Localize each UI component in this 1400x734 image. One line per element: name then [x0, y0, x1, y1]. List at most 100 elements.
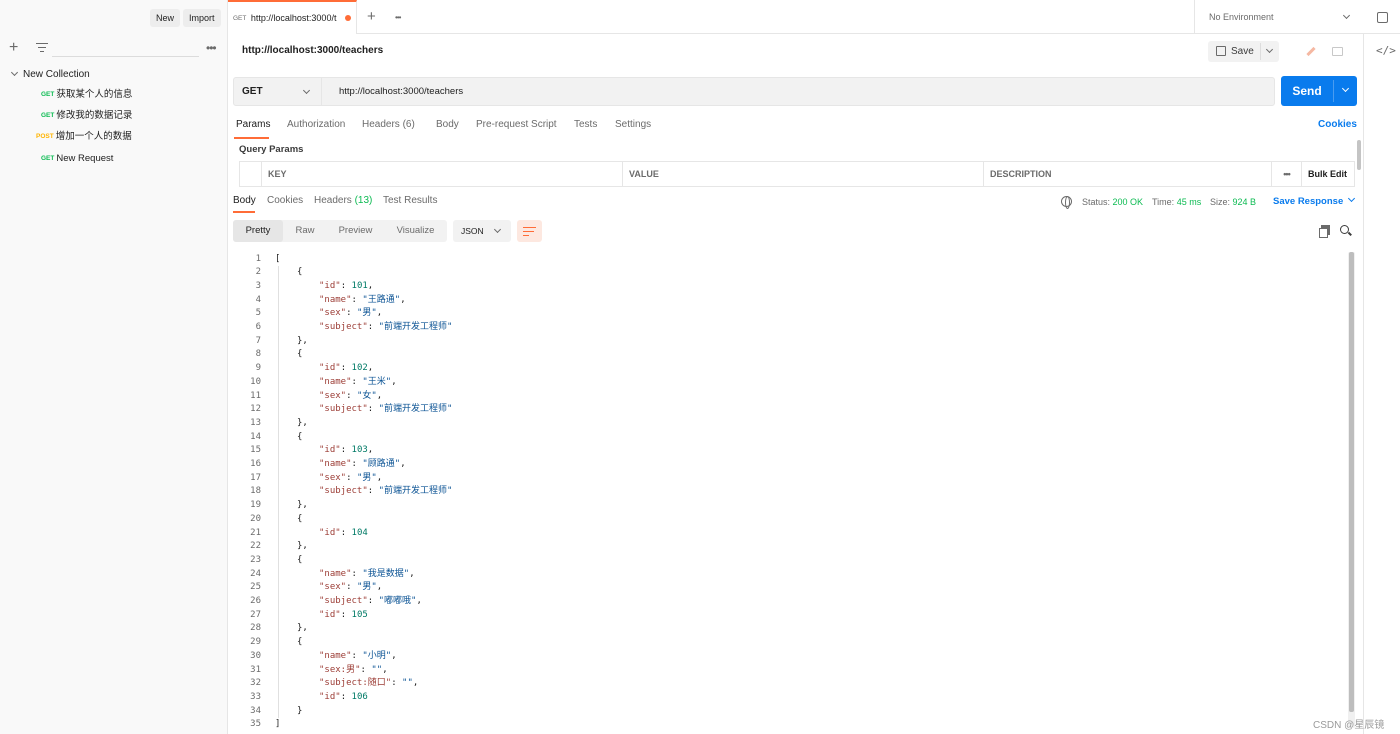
- tab-authorization[interactable]: Authorization: [287, 119, 345, 130]
- import-button[interactable]: Import: [183, 9, 221, 27]
- code-line: {: [297, 348, 302, 362]
- json-key: "sex": [319, 308, 347, 319]
- json-string: "小明": [362, 650, 392, 661]
- environment-select[interactable]: No Environment: [1194, 0, 1362, 34]
- tab-options-icon[interactable]: •••: [395, 13, 401, 23]
- json-key: "sex": [319, 582, 347, 593]
- view-visualize[interactable]: Visualize: [384, 220, 447, 242]
- response-tab-headers[interactable]: Headers (13): [314, 195, 372, 206]
- cookies-link[interactable]: Cookies: [1318, 119, 1357, 130]
- send-label: Send: [1292, 84, 1322, 98]
- line-number: 9: [255, 363, 261, 374]
- json-key: "sex": [319, 390, 347, 401]
- json-key: "subject": [319, 322, 368, 332]
- tab-params[interactable]: Params: [236, 119, 270, 130]
- json-key: "id": [319, 609, 341, 620]
- request-tab[interactable]: GET http://localhost:3000/t: [228, 0, 357, 34]
- view-raw[interactable]: Raw: [283, 220, 327, 242]
- method-select[interactable]: GET: [234, 78, 322, 105]
- code-line: {: [297, 554, 302, 568]
- response-tab-body[interactable]: Body: [233, 195, 256, 206]
- more-options-icon[interactable]: •••: [206, 42, 217, 54]
- save-response-button[interactable]: Save Response: [1273, 194, 1356, 207]
- new-button[interactable]: New: [150, 9, 181, 27]
- tab-body[interactable]: Body: [436, 119, 459, 130]
- chevron-down-icon: [1342, 11, 1351, 20]
- code-line: "name": "我是数据",: [319, 568, 415, 579]
- code-line: "sex": "男",: [319, 308, 383, 319]
- tab-bar: GET http://localhost:3000/t + ••• No Env…: [228, 0, 1400, 34]
- send-button[interactable]: Send: [1281, 76, 1357, 106]
- json-string: "我是数据": [362, 568, 410, 579]
- globe-icon[interactable]: [1061, 196, 1072, 209]
- chevron-down-icon[interactable]: [1341, 84, 1350, 93]
- response-body-editor[interactable]: 1 [2 {3 "id": 101, 4 "name": "王路通", 5 "sex": "男…: [233, 252, 1347, 729]
- editor-scrollbar[interactable]: [1349, 252, 1354, 712]
- response-tab-test-results[interactable]: Test Results: [383, 195, 437, 206]
- comments-icon[interactable]: [1327, 41, 1348, 62]
- line-number: 35: [250, 719, 261, 728]
- request-item[interactable]: GET New Request: [41, 152, 113, 166]
- tab-settings[interactable]: Settings: [615, 119, 651, 130]
- request-item[interactable]: POST 增加一个人的数据: [36, 130, 132, 144]
- environment-quick-look-icon[interactable]: [1377, 12, 1388, 23]
- headers-count: (6): [402, 119, 415, 130]
- sidebar-search-input[interactable]: [52, 40, 199, 57]
- chevron-down-icon[interactable]: [1265, 45, 1274, 54]
- line-number: 32: [250, 678, 261, 689]
- json-number: 103: [351, 445, 368, 456]
- url-input[interactable]: http://localhost:3000/teachers: [339, 78, 463, 105]
- code-line: "subject": "前端开发工程师": [319, 486, 453, 497]
- code-line: {: [297, 636, 302, 650]
- method-badge: GET: [41, 112, 55, 119]
- line-number: 10: [250, 376, 261, 387]
- line-number: 7: [255, 335, 261, 346]
- wrap-lines-icon[interactable]: [517, 220, 542, 242]
- plus-icon[interactable]: +: [9, 40, 18, 56]
- code-punctuation: ,: [376, 390, 383, 401]
- code-line: "name": "王路通",: [319, 294, 406, 305]
- search-icon[interactable]: [1340, 225, 1349, 234]
- line-number: 2: [255, 267, 261, 278]
- view-pretty[interactable]: Pretty: [233, 220, 283, 242]
- new-tab-icon[interactable]: +: [367, 9, 376, 25]
- request-item[interactable]: GET 修改我的数据记录: [41, 109, 132, 123]
- response-tab-cookies[interactable]: Cookies: [267, 195, 303, 206]
- right-sidebar: </>: [1363, 34, 1400, 734]
- json-string: "男": [356, 308, 377, 319]
- edit-icon[interactable]: [1300, 41, 1321, 62]
- line-number: 15: [250, 445, 261, 456]
- line-number: 8: [255, 349, 261, 360]
- code-punctuation: },: [297, 500, 308, 511]
- code-line: "sex:男": "",: [319, 664, 388, 675]
- code-icon[interactable]: </>: [1376, 44, 1396, 57]
- tab-pre-request-script[interactable]: Pre-request Script: [476, 119, 557, 130]
- format-label: JSON: [461, 226, 484, 236]
- more-options-icon[interactable]: •••: [1271, 162, 1301, 186]
- view-preview[interactable]: Preview: [327, 220, 384, 242]
- filter-icon[interactable]: [36, 43, 48, 53]
- line-number: 21: [250, 527, 261, 538]
- format-select[interactable]: JSON: [453, 220, 511, 242]
- code-punctuation: {: [297, 554, 303, 565]
- size-label: Size:: [1210, 197, 1231, 207]
- json-number: 106: [351, 691, 368, 702]
- save-button[interactable]: Save: [1208, 41, 1279, 62]
- code-punctuation: {: [297, 513, 303, 524]
- request-item[interactable]: GET 获取某个人的信息: [41, 88, 132, 102]
- code-punctuation: },: [297, 541, 308, 552]
- tab-tests[interactable]: Tests: [574, 119, 597, 130]
- tab-headers-label: Headers: [362, 119, 400, 130]
- method-badge: POST: [36, 133, 54, 140]
- save-label: Save: [1231, 46, 1254, 57]
- request-scrollbar[interactable]: [1357, 140, 1361, 170]
- json-key: "name": [319, 459, 352, 469]
- copy-icon[interactable]: [1319, 225, 1330, 238]
- collection-item[interactable]: New Collection: [10, 68, 90, 82]
- json-key: "id": [319, 280, 341, 291]
- line-number: 18: [250, 486, 261, 497]
- tab-headers[interactable]: Headers (6): [362, 119, 415, 130]
- request-name: New Request: [56, 153, 114, 164]
- bulk-edit-button[interactable]: Bulk Edit: [1301, 162, 1347, 186]
- json-string: "前端开发工程师": [378, 404, 453, 415]
